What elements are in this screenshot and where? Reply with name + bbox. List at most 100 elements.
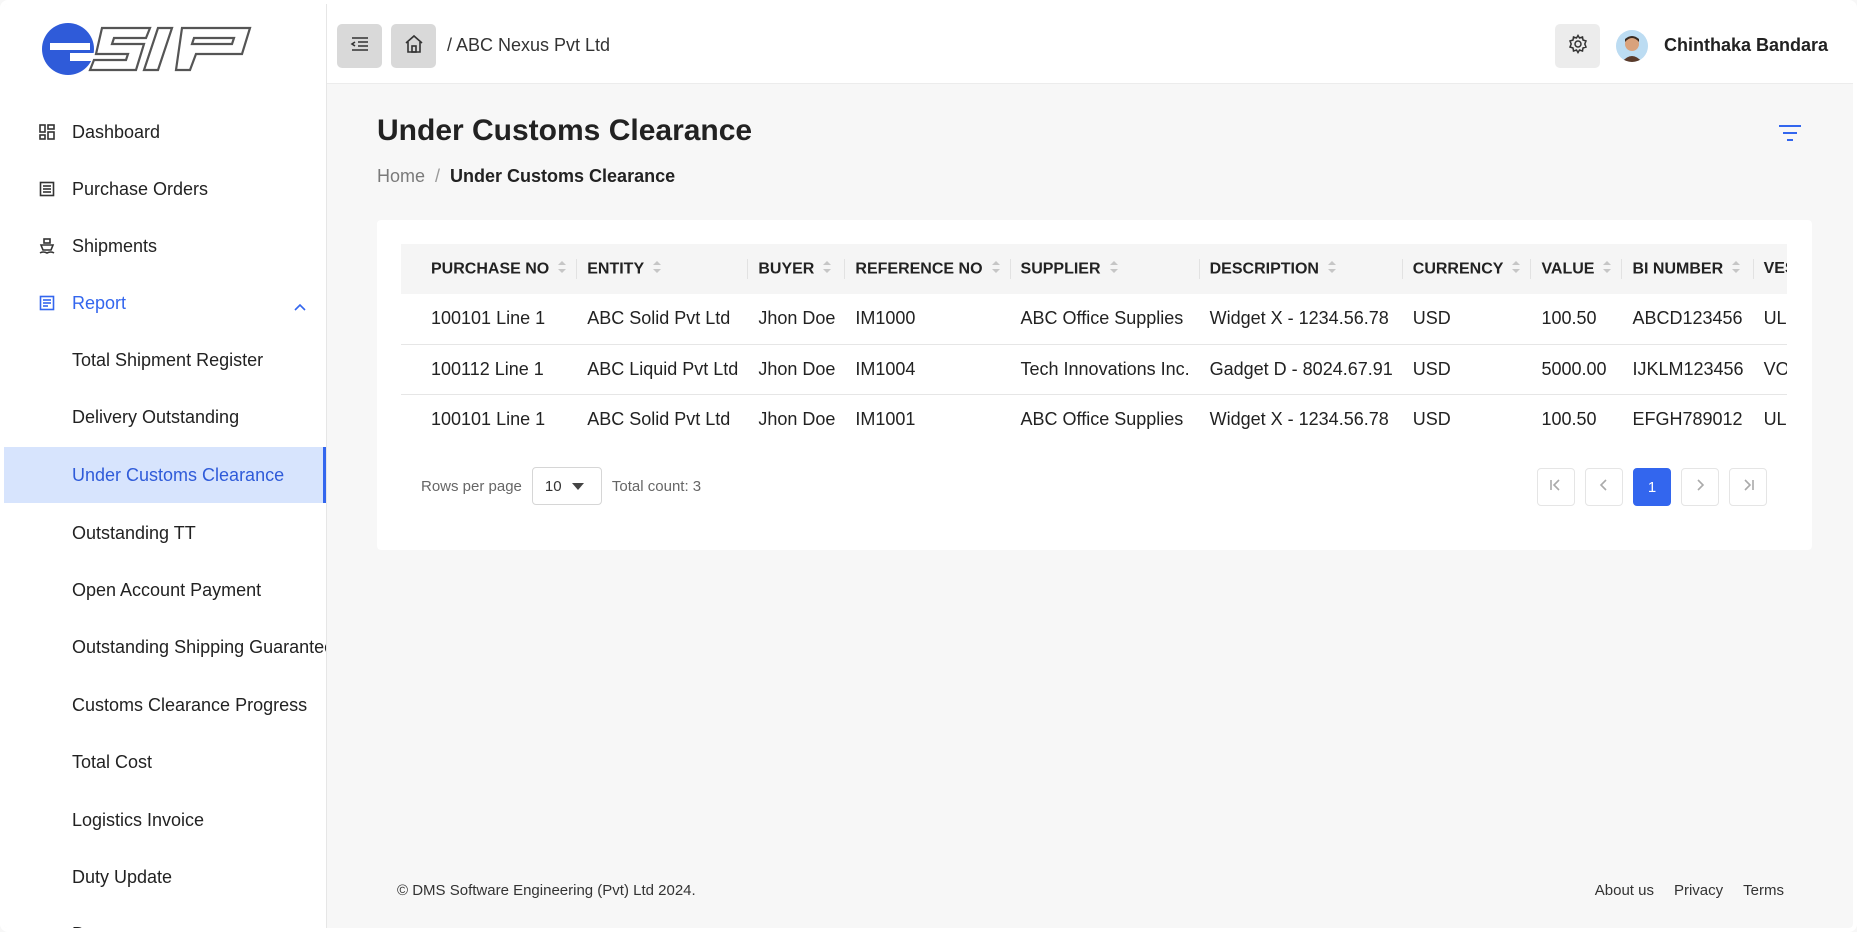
company-name: / ABC Nexus Pvt Ltd	[447, 35, 611, 55]
sort-icon[interactable]	[1731, 260, 1741, 279]
sidebar-item-label: Shipments	[72, 235, 158, 256]
cell-buyer: Jhon Doe	[758, 308, 836, 329]
sidebar-item-shipments[interactable]: Shipments	[4, 218, 326, 274]
column-header-description[interactable]: DESCRIPTION	[1200, 244, 1403, 294]
rows-per-page-select[interactable]: 10	[531, 467, 602, 505]
filter-icon[interactable]	[1778, 124, 1802, 147]
avatar[interactable]	[1616, 30, 1648, 62]
sort-icon[interactable]	[557, 260, 567, 279]
home-button[interactable]	[391, 24, 436, 68]
first-page-button[interactable]	[1537, 468, 1575, 506]
sidebar-subitem-total-shipment-register[interactable]: Total Shipment Register	[4, 332, 326, 388]
sidebar-subitem-under-customs-clearance[interactable]: Under Customs Clearance	[4, 447, 326, 503]
dashboard-icon	[37, 122, 57, 142]
breadcrumb: Home / Under Customs Clearance	[377, 166, 675, 187]
cell-currency: USD	[1412, 358, 1451, 379]
home-icon	[404, 34, 424, 59]
footer-links: About us Privacy Terms	[1595, 882, 1784, 899]
column-header-reference-no[interactable]: REFERENCE NO	[845, 244, 1011, 294]
column-header-supplier[interactable]: SUPPLIER	[1011, 244, 1200, 294]
cell-buyer: Jhon Doe	[758, 358, 836, 379]
footer-link-about[interactable]: About us	[1595, 882, 1654, 899]
first-page-icon	[1549, 478, 1563, 496]
sort-icon[interactable]	[991, 260, 1001, 279]
column-header-purchase-no[interactable]: PURCHASE NO	[401, 244, 578, 294]
last-page-icon	[1741, 478, 1755, 496]
table-row[interactable]: 100101 Line 1 ABC Solid Pvt Ltd Jhon Doe…	[401, 294, 1787, 344]
cell-supplier: Tech Innovations Inc.	[1020, 358, 1190, 379]
sidebar-item-dashboard[interactable]: Dashboard	[4, 104, 326, 160]
sidebar-subitem-outstanding-shipping-guarantee[interactable]: Outstanding Shipping Guarantee	[4, 619, 326, 675]
column-header-value[interactable]: VALUE	[1531, 244, 1623, 294]
cell-bi-number: ABCD123456	[1632, 308, 1743, 329]
sidebar-item-label: Dashboard	[72, 121, 161, 142]
cell-bi-number: IJKLM123456	[1632, 358, 1744, 379]
cell-value: 100.50	[1541, 408, 1597, 429]
report-card: PURCHASE NO ENTITY BUYER REFERENCE NO SU…	[377, 220, 1812, 550]
last-page-button[interactable]	[1729, 468, 1767, 506]
table-scroll-area[interactable]: PURCHASE NO ENTITY BUYER REFERENCE NO SU…	[401, 244, 1787, 444]
cell-purchase-no: 100101 Line 1	[431, 408, 546, 429]
pagination: Rows per page 10 Total count: 3 1	[421, 466, 1767, 506]
sidebar-item-label: Purchase Orders	[72, 178, 209, 199]
cell-reference-no: IM1004	[855, 358, 916, 379]
sidebar-subitem-duty-update[interactable]: Duty Update	[4, 849, 326, 905]
cell-value: 5000.00	[1541, 358, 1607, 379]
sort-icon[interactable]	[1602, 260, 1612, 279]
table-row[interactable]: 100101 Line 1 ABC Solid Pvt Ltd Jhon Doe…	[401, 394, 1787, 444]
list-icon	[37, 179, 57, 199]
rows-per-page-label: Rows per page	[421, 477, 522, 495]
cell-purchase-no: 100101 Line 1	[431, 308, 546, 329]
cell-vessel: VOY34	[1763, 358, 1787, 379]
breadcrumb-home[interactable]: Home	[377, 166, 425, 187]
cell-entity: ABC Solid Pvt Ltd	[587, 408, 731, 429]
table-row[interactable]: 100112 Line 1 ABC Liquid Pvt Ltd Jhon Do…	[401, 344, 1787, 394]
topbar: / ABC Nexus Pvt Ltd Chinthaka Bandara	[327, 4, 1853, 84]
sidebar-subitem-delivery-outstanding[interactable]: Delivery Outstanding	[4, 389, 326, 445]
sidebar-subitem-total-cost[interactable]: Total Cost	[4, 734, 326, 790]
column-header-vessel[interactable]: VESSE	[1754, 244, 1787, 294]
chevron-up-icon[interactable]	[294, 295, 306, 316]
sidebar-item-purchase-orders[interactable]: Purchase Orders	[4, 161, 326, 217]
sidebar-item-report[interactable]: Report	[4, 275, 326, 331]
ship-icon	[37, 236, 57, 256]
sidebar: Dashboard Purchase Orders Shipments Repo…	[4, 4, 327, 929]
column-header-bi-number[interactable]: BI NUMBER	[1622, 244, 1754, 294]
cell-vessel: UL100	[1763, 308, 1787, 329]
prev-page-button[interactable]	[1585, 468, 1623, 506]
menu-toggle-button[interactable]	[337, 24, 382, 68]
chevron-right-icon	[1693, 478, 1707, 496]
breadcrumb-separator: /	[435, 166, 441, 186]
breadcrumb-current: Under Customs Clearance	[450, 166, 676, 186]
footer-copyright: © DMS Software Engineering (Pvt) Ltd 202…	[397, 882, 696, 899]
cell-description: Widget X - 1234.56.78	[1209, 408, 1389, 429]
column-header-buyer[interactable]: BUYER	[748, 244, 846, 294]
sort-icon[interactable]	[1511, 260, 1521, 279]
cell-reference-no: IM1000	[855, 308, 916, 329]
sort-icon[interactable]	[1327, 260, 1337, 279]
footer-link-terms[interactable]: Terms	[1743, 882, 1784, 899]
column-header-entity[interactable]: ENTITY	[577, 244, 749, 294]
sidebar-subitem-demurrage[interactable]: Demurrage	[4, 906, 326, 929]
app-frame: Dashboard Purchase Orders Shipments Repo…	[0, 0, 1857, 932]
cell-buyer: Jhon Doe	[758, 408, 836, 429]
esip-logo[interactable]	[40, 18, 260, 80]
rows-per-page-value: 10	[544, 477, 562, 495]
sidebar-subitem-customs-clearance-progress[interactable]: Customs Clearance Progress	[4, 677, 326, 733]
page-number-button[interactable]: 1	[1633, 468, 1671, 506]
settings-button[interactable]	[1555, 24, 1600, 68]
next-page-button[interactable]	[1681, 468, 1719, 506]
page-buttons: 1	[1537, 468, 1767, 506]
sort-icon[interactable]	[1109, 260, 1119, 279]
sidebar-subitem-outstanding-tt[interactable]: Outstanding TT	[4, 505, 326, 561]
sidebar-subitem-open-account-payment[interactable]: Open Account Payment	[4, 562, 326, 618]
sidebar-item-label: Report	[72, 292, 127, 313]
sort-icon[interactable]	[652, 260, 662, 279]
cell-description: Gadget D - 8024.67.91	[1209, 358, 1393, 379]
sort-icon[interactable]	[822, 260, 832, 279]
column-header-currency[interactable]: CURRENCY	[1403, 244, 1532, 294]
sidebar-subitem-logistics-invoice[interactable]: Logistics Invoice	[4, 792, 326, 848]
report-icon	[37, 293, 57, 313]
footer-link-privacy[interactable]: Privacy	[1674, 882, 1723, 899]
user-name[interactable]: Chinthaka Bandara	[1664, 35, 1828, 56]
